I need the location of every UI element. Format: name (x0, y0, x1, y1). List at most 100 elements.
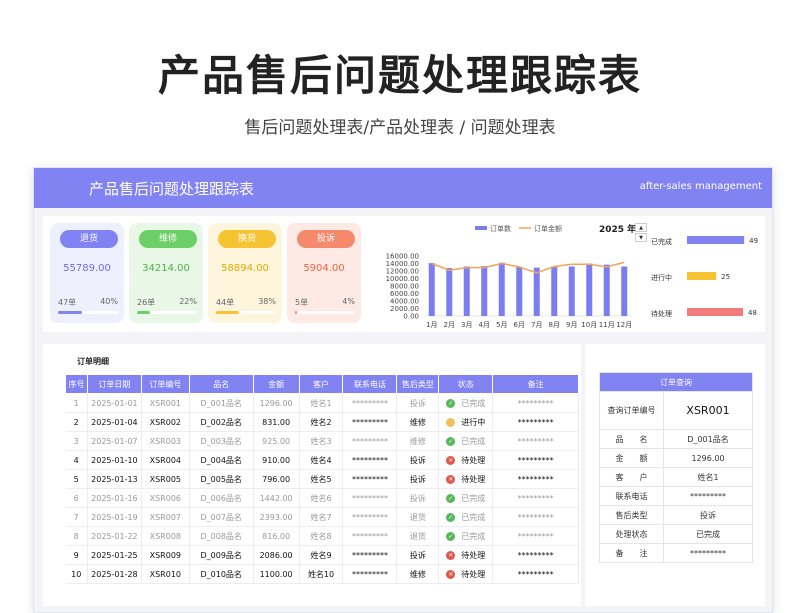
query-field-value: 1296.00 (663, 448, 753, 468)
table-cell: D_009品名 (189, 545, 254, 565)
bar-orders (621, 266, 628, 316)
bar-orders (446, 268, 453, 316)
query-field-label: 售后类型 (599, 505, 664, 525)
status-label: 待处理 (651, 309, 672, 318)
card-label-button[interactable]: 投诉 (297, 230, 355, 248)
status-cell: ✓ 已完成 (438, 526, 494, 546)
table-cell: D_008品名 (189, 526, 254, 546)
x-tick-label: 1月 (426, 321, 437, 329)
status-text: 已完成 (461, 398, 486, 408)
status-cell: ✓ 已完成 (438, 507, 494, 527)
bar-orders (586, 263, 593, 316)
table-row[interactable]: 6 2025-01-16 XSR006 D_006品名 1442.00 姓名6 ******… (65, 488, 579, 508)
cross-icon: ✕ (446, 569, 456, 579)
card-percent: 40% (100, 297, 118, 306)
card-label-button[interactable]: 换货 (218, 230, 276, 248)
query-field-label: 备 注 (599, 543, 664, 563)
status-cell: ✓ 已完成 (438, 393, 494, 413)
column-header[interactable]: 序号 (65, 374, 88, 394)
summary-card: 维修 34214.00 26单 22% (129, 223, 203, 323)
table-row[interactable]: 4 2025-01-10 XSR004 D_004品名 910.00 姓名4 *******… (65, 450, 579, 470)
cross-icon: ✕ (446, 474, 456, 484)
legend-label: 订单数 (490, 224, 511, 233)
table-row[interactable]: 2 2025-01-04 XSR002 D_002品名 831.00 姓名2 *******… (65, 412, 579, 432)
status-text: 待处理 (461, 474, 486, 484)
bar-orders (533, 267, 540, 316)
query-field-value: D_001品名 (663, 429, 753, 449)
x-tick-label: 10月 (581, 321, 597, 329)
table-cell: ********* (492, 507, 579, 527)
table-cell: XSR010 (141, 564, 190, 584)
table-cell: 1296.00 (253, 393, 300, 413)
table-cell: 姓名5 (299, 469, 344, 489)
card-progress-fill (295, 311, 298, 314)
table-cell: XSR001 (141, 393, 190, 413)
table-cell: ********* (342, 412, 398, 432)
bar-orders (516, 266, 523, 316)
table-cell: ********* (492, 469, 579, 489)
column-header[interactable]: 售后类型 (396, 374, 440, 394)
table-cell: 831.00 (253, 412, 300, 432)
table-cell: 1442.00 (253, 488, 300, 508)
table-cell: 1100.00 (253, 564, 300, 584)
x-tick-label: 8月 (549, 321, 560, 329)
card-label-button[interactable]: 维修 (139, 230, 197, 248)
table-row[interactable]: 3 2025-01-07 XSR003 D_003品名 925.00 姓名3 *******… (65, 431, 579, 451)
table-cell: 维修 (396, 564, 440, 584)
status-label: 进行中 (651, 273, 672, 282)
column-header[interactable]: 金额 (252, 374, 300, 394)
card-percent: 4% (342, 297, 355, 306)
table-cell: 4 (65, 450, 88, 470)
column-header[interactable]: 备注 (492, 374, 579, 394)
banner-title: 产品售后问题处理跟踪表 (89, 180, 255, 198)
x-tick-label: 4月 (479, 321, 490, 329)
summary-panel: 退货 55789.00 47单 40% 维修 34214.00 26单 22% 换货 58894.… (43, 216, 765, 332)
table-cell: ********* (342, 545, 398, 565)
column-header[interactable]: 品名 (188, 374, 254, 394)
table-cell: 姓名7 (299, 507, 344, 527)
column-header[interactable]: 状态 (438, 374, 494, 394)
bar-orders (428, 263, 435, 316)
table-cell: 2025-01-19 (87, 507, 142, 527)
table-row[interactable]: 10 2025-01-28 XSR010 D_010品名 1100.00 姓名10 ****… (65, 564, 579, 584)
card-label-button[interactable]: 退货 (60, 230, 118, 248)
table-cell: ********* (492, 450, 579, 470)
column-header[interactable]: 订单编号 (140, 374, 190, 394)
table-cell: ********* (492, 564, 579, 584)
table-cell: 投诉 (396, 469, 440, 489)
status-text: 已完成 (461, 531, 486, 541)
cross-icon: ✕ (446, 455, 456, 465)
x-tick-label: 6月 (514, 321, 525, 329)
table-cell: XSR002 (141, 412, 190, 432)
table-row[interactable]: 1 2025-01-01 XSR001 D_001品名 1296.00 姓名1 ******… (65, 393, 579, 413)
table-cell: 5 (65, 469, 88, 489)
card-progress-track (295, 311, 355, 314)
check-icon: ✓ (446, 531, 456, 541)
table-cell: D_005品名 (189, 469, 254, 489)
table-row[interactable]: 9 2025-01-25 XSR009 D_009品名 2086.00 姓名9 ******… (65, 545, 579, 565)
query-field-value: 已完成 (663, 524, 753, 544)
column-header[interactable]: 联系电话 (342, 374, 398, 394)
cross-icon: ✕ (446, 550, 456, 560)
query-field-value: 投诉 (663, 505, 753, 525)
lookup-input[interactable]: XSR001 (663, 391, 753, 430)
query-field-row: 售后类型 投诉 (599, 505, 753, 525)
table-cell: 退货 (396, 507, 440, 527)
card-progress-track (58, 311, 118, 314)
table-row[interactable]: 5 2025-01-13 XSR005 D_005品名 796.00 姓名5 *******… (65, 469, 579, 489)
column-header[interactable]: 客户 (298, 374, 344, 394)
x-tick-label: 7月 (531, 321, 542, 329)
legend-swatch-orders (475, 226, 487, 230)
table-cell: D_003品名 (189, 431, 254, 451)
status-cell: ✕ 待处理 (438, 450, 494, 470)
table-cell: ********* (492, 488, 579, 508)
column-header[interactable]: 订单日期 (86, 374, 142, 394)
query-field-value: ********* (663, 486, 753, 506)
table-row[interactable]: 7 2025-01-19 XSR007 D_007品名 2393.00 姓名7 ******… (65, 507, 579, 527)
table-cell: 投诉 (396, 393, 440, 413)
table-row[interactable]: 8 2025-01-22 XSR008 D_008品名 816.00 姓名8 *******… (65, 526, 579, 546)
status-bar (687, 236, 745, 244)
card-progress-fill (216, 311, 239, 314)
status-text: 进行中 (461, 417, 486, 427)
table-cell: ********* (492, 393, 579, 413)
